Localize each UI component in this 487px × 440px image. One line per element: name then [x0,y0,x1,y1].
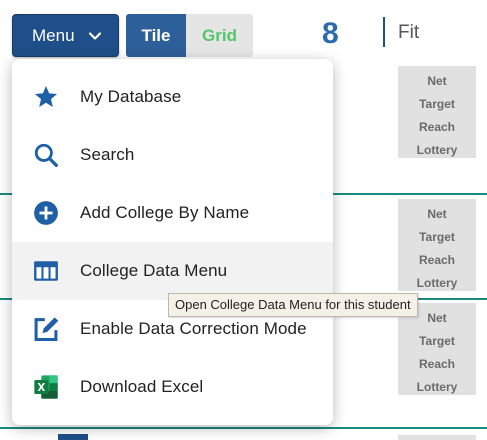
fit-options-box [398,435,476,440]
tooltip: Open College Data Menu for this student [168,293,418,317]
menu-item-add-college[interactable]: Add College By Name [12,184,333,242]
fit-option-reach[interactable]: Reach [419,116,455,139]
table-icon [32,257,60,285]
fit-options-box: Net Target Reach Lottery [398,199,476,291]
excel-icon [32,373,60,401]
fit-options-box: Net Target Reach Lottery [398,66,476,158]
fit-option-net[interactable]: Net [427,70,446,93]
fit-option-target[interactable]: Target [419,226,455,249]
star-icon [32,83,60,111]
main-menu-dropdown: My Database Search Add College By Name C… [12,59,333,425]
menu-item-label: Enable Data Correction Mode [80,319,307,338]
fit-option-lottery[interactable]: Lottery [417,376,458,399]
fit-option-target[interactable]: Target [419,93,455,116]
search-icon [32,141,60,169]
chevron-down-icon [88,31,101,40]
edit-icon [32,315,60,343]
grid-view-button[interactable]: Grid [186,14,253,57]
plus-circle-icon [32,199,60,227]
fit-option-net[interactable]: Net [427,203,446,226]
fit-option-reach[interactable]: Reach [419,353,455,376]
card-divider [0,427,487,429]
fit-option-net[interactable]: Net [427,307,446,330]
menu-item-search[interactable]: Search [12,126,333,184]
header-divider [383,17,385,47]
fit-option-target[interactable]: Target [419,330,455,353]
menu-item-label: My Database [80,87,182,106]
fit-column-header: Fit [398,22,420,43]
menu-item-label: College Data Menu [80,261,228,280]
fit-option-reach[interactable]: Reach [419,249,455,272]
menu-item-label: Add College By Name [80,203,250,222]
result-count: 8 [322,17,339,50]
menu-button[interactable]: Menu [12,14,119,57]
tile-view-button[interactable]: Tile [126,14,186,57]
menu-item-college-data-menu[interactable]: College Data Menu [12,242,333,300]
menu-item-label: Download Excel [80,377,204,396]
menu-item-label: Search [80,145,135,164]
menu-button-label: Menu [32,25,75,45]
card-button-stub [58,434,88,440]
menu-item-my-database[interactable]: My Database [12,68,333,126]
toolbar: Menu Tile Grid 8 Fit [0,0,487,60]
menu-item-download-excel[interactable]: Download Excel [12,358,333,416]
fit-option-lottery[interactable]: Lottery [417,272,458,295]
fit-option-lottery[interactable]: Lottery [417,139,458,162]
view-toggle: Tile Grid [126,14,253,57]
college-list-page: Menu Tile Grid 8 Fit Net Target Reach Lo… [0,0,487,440]
